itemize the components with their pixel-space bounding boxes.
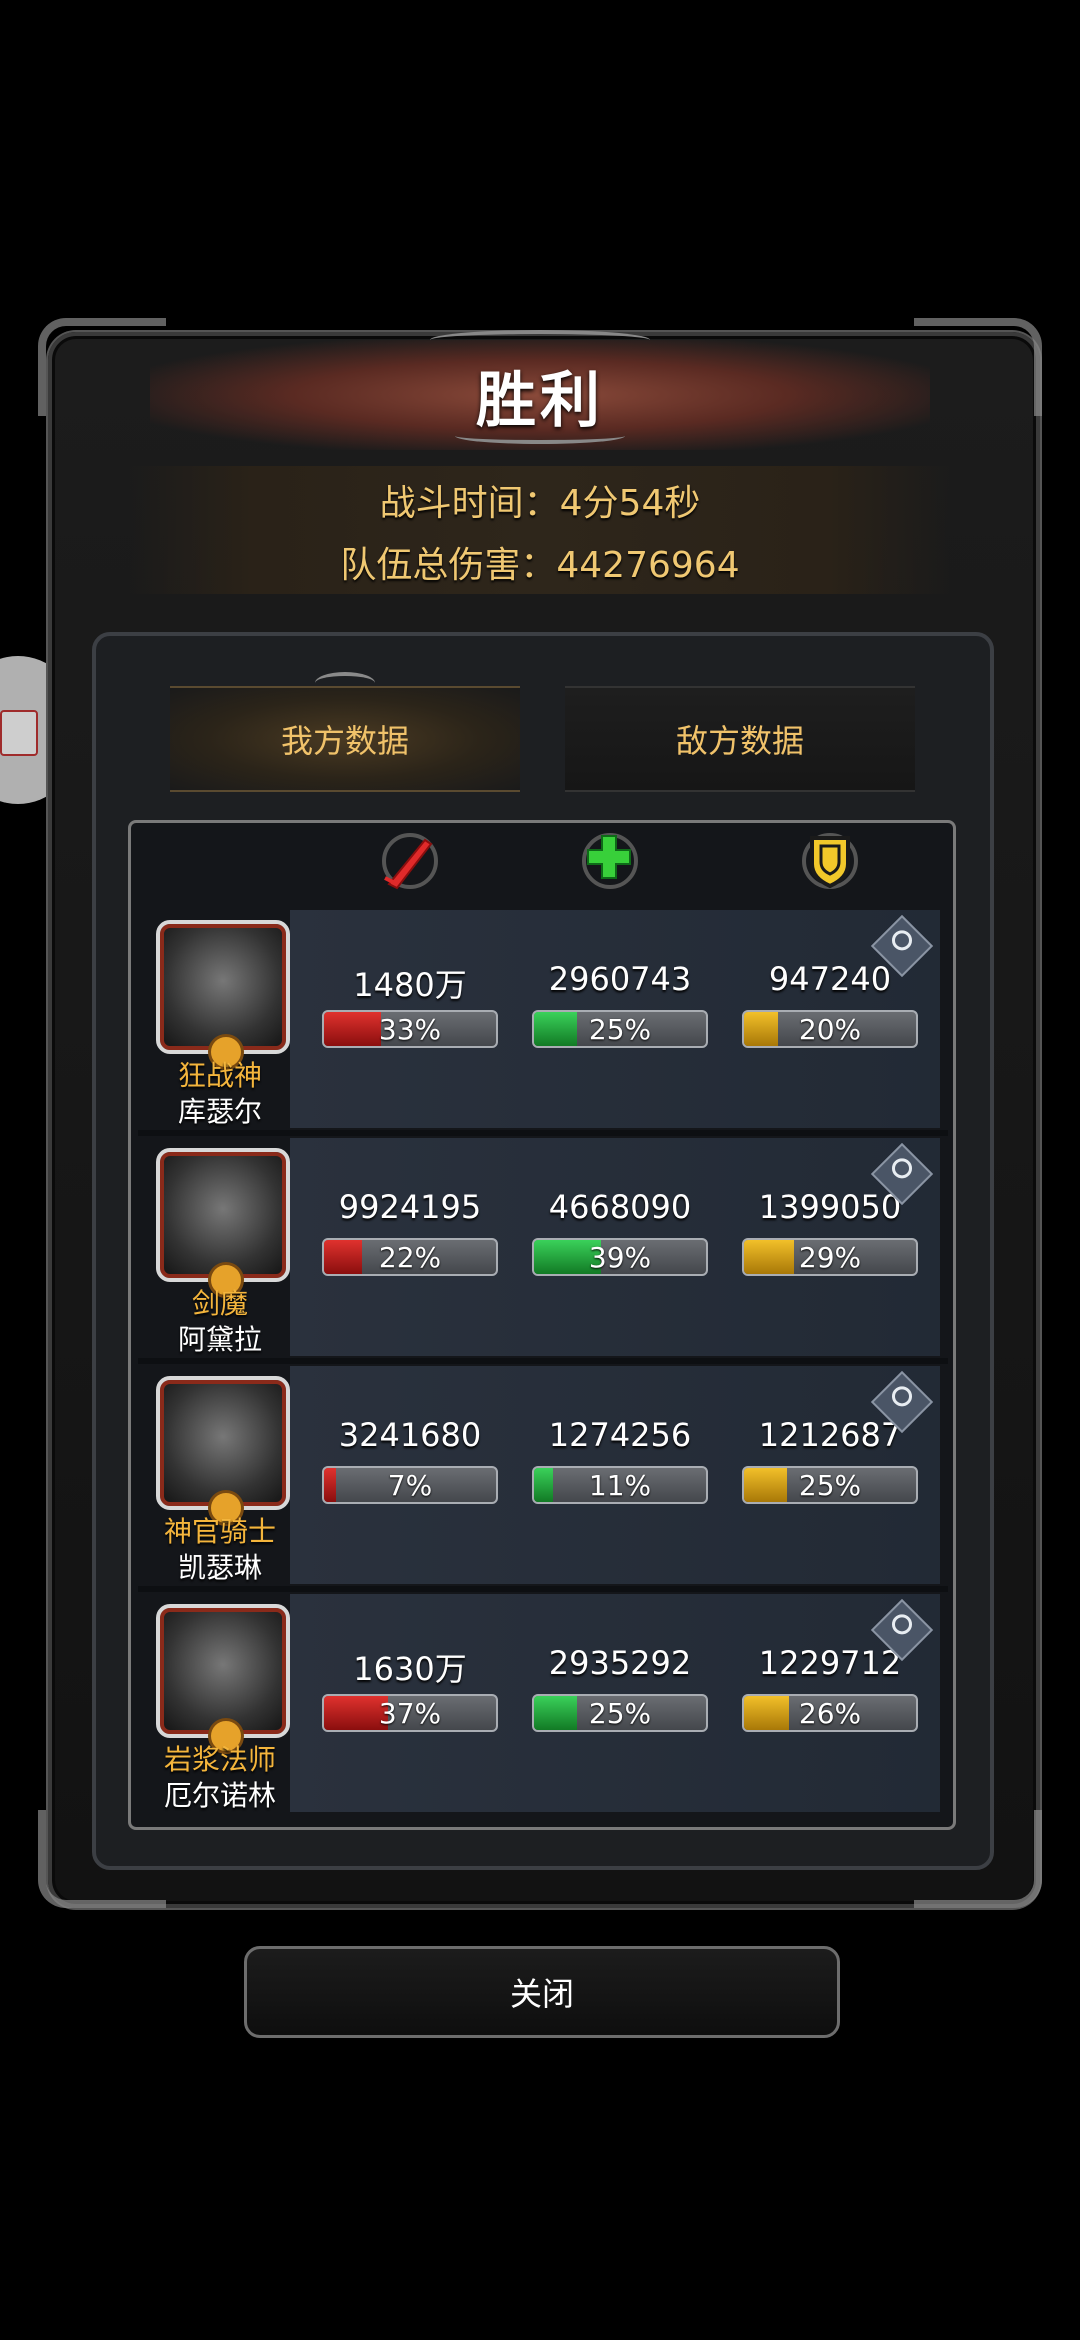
team-total-damage: 队伍总伤害：44276964 [340, 545, 740, 586]
close-button[interactable]: 关闭 [244, 1946, 840, 2038]
shield-icon [790, 826, 870, 896]
damage-bar: 22% [322, 1238, 498, 1276]
hero-portrait[interactable] [156, 1376, 290, 1526]
hero-name: 阿黛拉 [177, 1323, 262, 1356]
heal-percent: 39% [588, 1240, 652, 1274]
title-ornament-icon [430, 330, 650, 350]
sword-icon [370, 826, 450, 896]
tank-percent: 29% [798, 1240, 862, 1274]
damage-bar: 7% [322, 1466, 498, 1504]
row-divider [138, 1586, 948, 1592]
damage-value: 1480万 [353, 966, 467, 1004]
damage-percent: 22% [378, 1240, 442, 1274]
hero-portrait[interactable] [156, 1604, 290, 1754]
hero-name: 凯瑟琳 [177, 1551, 262, 1584]
damage-bar: 37% [322, 1694, 498, 1732]
active-tab-marker-icon [315, 672, 375, 694]
heal-bar: 25% [532, 1010, 708, 1048]
tank-bar: 29% [742, 1238, 918, 1276]
tank-percent: 26% [798, 1696, 862, 1730]
hero-class: 岩浆法师 [163, 1743, 276, 1776]
tab-our-data[interactable]: 我方数据 [170, 686, 520, 792]
damage-bar: 33% [322, 1010, 498, 1048]
heal-value: 2935292 [548, 1644, 692, 1682]
row-divider [138, 1130, 948, 1136]
heal-value: 1274256 [548, 1416, 692, 1454]
damage-value: 1630万 [353, 1650, 467, 1688]
hero-class: 剑魔 [191, 1287, 248, 1320]
tank-bar: 25% [742, 1466, 918, 1504]
tank-bar: 26% [742, 1694, 918, 1732]
damage-value: 9924195 [338, 1188, 482, 1226]
heal-bar: 25% [532, 1694, 708, 1732]
heal-value: 4668090 [548, 1188, 692, 1226]
tab-enemy-data[interactable]: 敌方数据 [565, 686, 915, 792]
damage-percent: 37% [378, 1696, 442, 1730]
hero-portrait[interactable] [156, 920, 290, 1070]
page-title: 胜利 [476, 366, 604, 436]
hero-portrait[interactable] [156, 1148, 290, 1298]
tank-percent: 20% [798, 1012, 862, 1046]
hero-name: 厄尔诺林 [163, 1779, 276, 1812]
damage-percent: 7% [387, 1468, 433, 1502]
heal-percent: 11% [588, 1468, 652, 1502]
hero-class: 神官骑士 [163, 1515, 276, 1548]
damage-percent: 33% [378, 1012, 442, 1046]
heal-cross-icon [570, 826, 650, 896]
heal-bar: 11% [532, 1466, 708, 1504]
heal-bar: 39% [532, 1238, 708, 1276]
tank-bar: 20% [742, 1010, 918, 1048]
heal-value: 2960743 [548, 960, 692, 998]
hero-class: 狂战神 [177, 1059, 262, 1092]
assistant-icon [0, 710, 38, 756]
battle-time: 战斗时间：4分54秒 [379, 483, 701, 524]
heal-percent: 25% [588, 1696, 652, 1730]
tank-percent: 25% [798, 1468, 862, 1502]
row-divider [138, 1358, 948, 1364]
hero-name: 库瑟尔 [177, 1095, 262, 1128]
damage-value: 3241680 [338, 1416, 482, 1454]
heal-percent: 25% [588, 1012, 652, 1046]
